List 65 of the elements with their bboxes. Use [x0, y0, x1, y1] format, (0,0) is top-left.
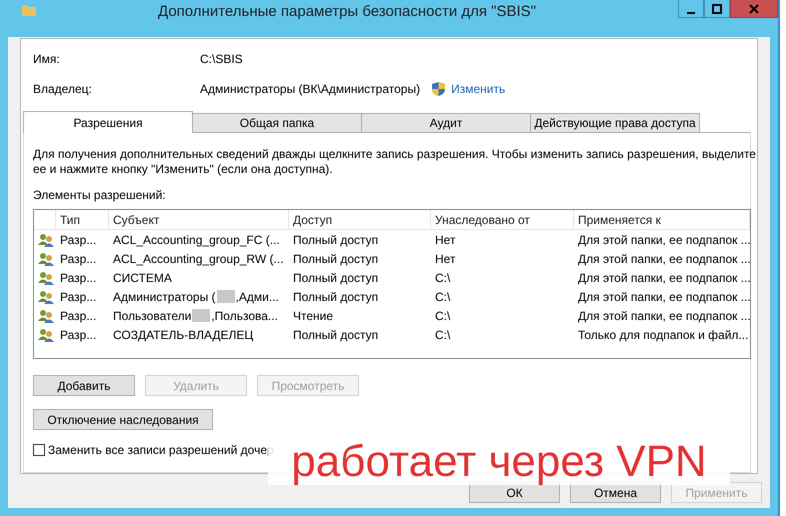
maximize-button[interactable] — [704, 0, 730, 18]
folder-icon — [22, 4, 36, 16]
checkbox[interactable] — [33, 444, 45, 456]
table-cell-text: Разр... — [59, 270, 98, 284]
close-button[interactable] — [730, 0, 778, 18]
table-cell-text: СОЗДАТЕЛЬ-ВЛАДЕЛЕЦ — [112, 328, 254, 342]
tab[interactable]: Действующие права доступа — [530, 113, 700, 133]
checkbox-label: Заменить все записи разрешений дочер — [48, 443, 274, 457]
table-cell-text: СИСТЕМА — [112, 270, 173, 284]
window-title: Дополнительные параметры безопасности для "SBIS" — [157, 3, 537, 20]
column-header[interactable]: Применяется к — [574, 210, 750, 229]
button[interactable]: Отключение наследования — [33, 409, 213, 430]
info-text: Для получения дополнительных сведений дважды щелкните запись разрешения. Чтобы изменить запись разрешения, выделите ее и нажмите кнопку "Изменить" (если она доступна). — [33, 147, 757, 177]
table-cell-text: Для этой папки, ее подпапок ... — [577, 270, 750, 284]
table-cell-text: Чтение — [292, 308, 334, 322]
table-cell-text: Разр... — [59, 308, 98, 322]
column-header[interactable]: Тип — [56, 210, 109, 229]
tab[interactable]: Аудит — [361, 113, 531, 133]
table-cell-text: Полный доступ — [292, 232, 380, 246]
table-cell-text: C:\ — [434, 270, 452, 284]
table-cell-text: Для этой папки, ее подпапок ... — [577, 232, 750, 246]
table-cell-text: Пользователи ,Пользова... — [112, 308, 279, 322]
table-cell-text: Для этой папки, ее подпапок ... — [577, 252, 750, 266]
table-cell-text: Нет — [434, 232, 456, 246]
table-cell-text: Полный доступ — [292, 270, 380, 284]
table-cell-text: Разр... — [59, 290, 98, 304]
field-value: C:\SBIS — [200, 52, 243, 66]
table-cell-text: Для этой папки, ее подпапок ... — [577, 308, 750, 322]
table-cell-text: ACL_Accounting_group_FC (... — [112, 232, 281, 246]
tab[interactable]: Разрешения — [23, 111, 193, 133]
users-icon — [38, 252, 54, 266]
change-link[interactable]: Изменить — [451, 82, 506, 96]
table-cell-text: Полный доступ — [292, 252, 380, 266]
list-label: Элементы разрешений: — [33, 188, 167, 202]
users-icon — [38, 308, 54, 322]
minimize-button[interactable] — [678, 0, 704, 18]
users-icon — [38, 328, 54, 342]
tab[interactable]: Общая папка — [192, 113, 362, 133]
table-cell-text: Администраторы ( ,Адми... — [112, 290, 280, 304]
table-cell-text: Полный доступ — [292, 328, 380, 342]
table-cell-text: C:\ — [434, 328, 452, 342]
table-cell-text: Для этой папки, ее подпапок ... — [577, 290, 750, 304]
field-label: Владелец: — [33, 82, 93, 96]
table-cell-text: Разр... — [59, 328, 98, 342]
column-header[interactable]: Унаследовано от — [431, 210, 574, 229]
column-header[interactable]: Субъект — [109, 210, 289, 229]
users-icon — [38, 290, 54, 304]
field-label: Имя: — [33, 52, 61, 66]
minimize-icon — [687, 12, 695, 14]
table-cell-text: Только для подпапок и файл... — [577, 328, 750, 342]
users-icon — [38, 232, 54, 246]
table-cell-text: ACL_Accounting_group_RW (... — [112, 252, 285, 266]
table-cell-text: Полный доступ — [292, 290, 380, 304]
table-cell-text: Разр... — [59, 252, 98, 266]
users-icon — [38, 270, 54, 284]
table-cell-text: C:\ — [434, 290, 452, 304]
table-cell-text: C:\ — [434, 308, 452, 322]
column-header[interactable]: Доступ — [289, 210, 431, 229]
table-cell-text: Разр... — [59, 232, 98, 246]
shield-icon — [432, 82, 446, 96]
maximize-icon — [712, 4, 722, 14]
close-icon — [749, 4, 759, 14]
table-cell-text: Нет — [434, 252, 456, 266]
button[interactable]: Добавить — [33, 375, 135, 396]
field-value: Администраторы (ВК\Администраторы) — [200, 82, 420, 96]
